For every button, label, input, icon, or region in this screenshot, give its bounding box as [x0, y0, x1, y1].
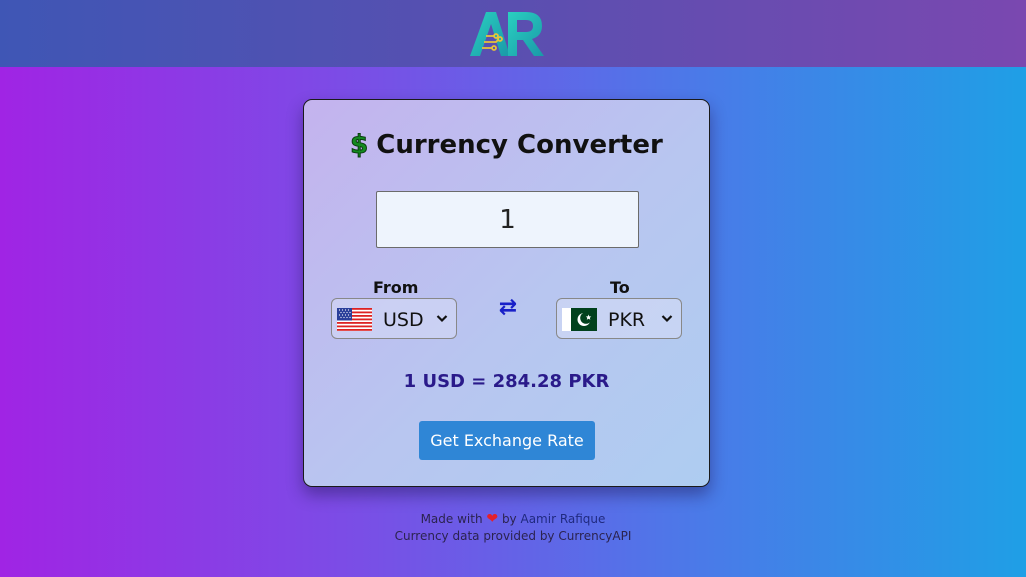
- title-text: Currency Converter: [376, 130, 663, 160]
- page-title: $ Currency Converter: [304, 130, 709, 161]
- exchange-result: 1 USD = 284.28 PKR: [403, 371, 610, 392]
- to-currency-select[interactable]: PKR: [556, 298, 682, 339]
- footer-made-with-line: Made with ❤ by Aamir Rafique: [0, 511, 1026, 528]
- get-exchange-rate-button[interactable]: Get Exchange Rate: [419, 421, 595, 460]
- by-text: by: [501, 512, 517, 526]
- from-currency-select[interactable]: USD: [331, 298, 457, 339]
- from-currency-value: USD: [383, 309, 424, 331]
- ar-logo[interactable]: [468, 8, 548, 60]
- to-label: To: [610, 278, 630, 297]
- made-with-text: Made with: [420, 512, 483, 526]
- author-link[interactable]: Aamir Rafique: [520, 512, 605, 526]
- dollar-icon: $: [350, 130, 369, 161]
- chevron-down-icon: [436, 315, 448, 323]
- chevron-down-icon: [661, 315, 673, 323]
- pk-flag-icon: [562, 308, 597, 331]
- heart-icon: ❤: [486, 511, 499, 527]
- swap-icon[interactable]: ⇄: [496, 295, 520, 320]
- footer-credit: Currency data provided by CurrencyAPI: [394, 529, 632, 543]
- header-bar: [0, 0, 1026, 67]
- amount-input[interactable]: [376, 191, 639, 248]
- converter-card: $Currency Converter From To U: [303, 99, 710, 487]
- to-currency-value: PKR: [608, 309, 646, 331]
- footer: Made with ❤ by Aamir Rafique Currency da…: [0, 511, 1026, 545]
- us-flag-icon: [337, 308, 372, 331]
- from-label: From: [373, 278, 419, 297]
